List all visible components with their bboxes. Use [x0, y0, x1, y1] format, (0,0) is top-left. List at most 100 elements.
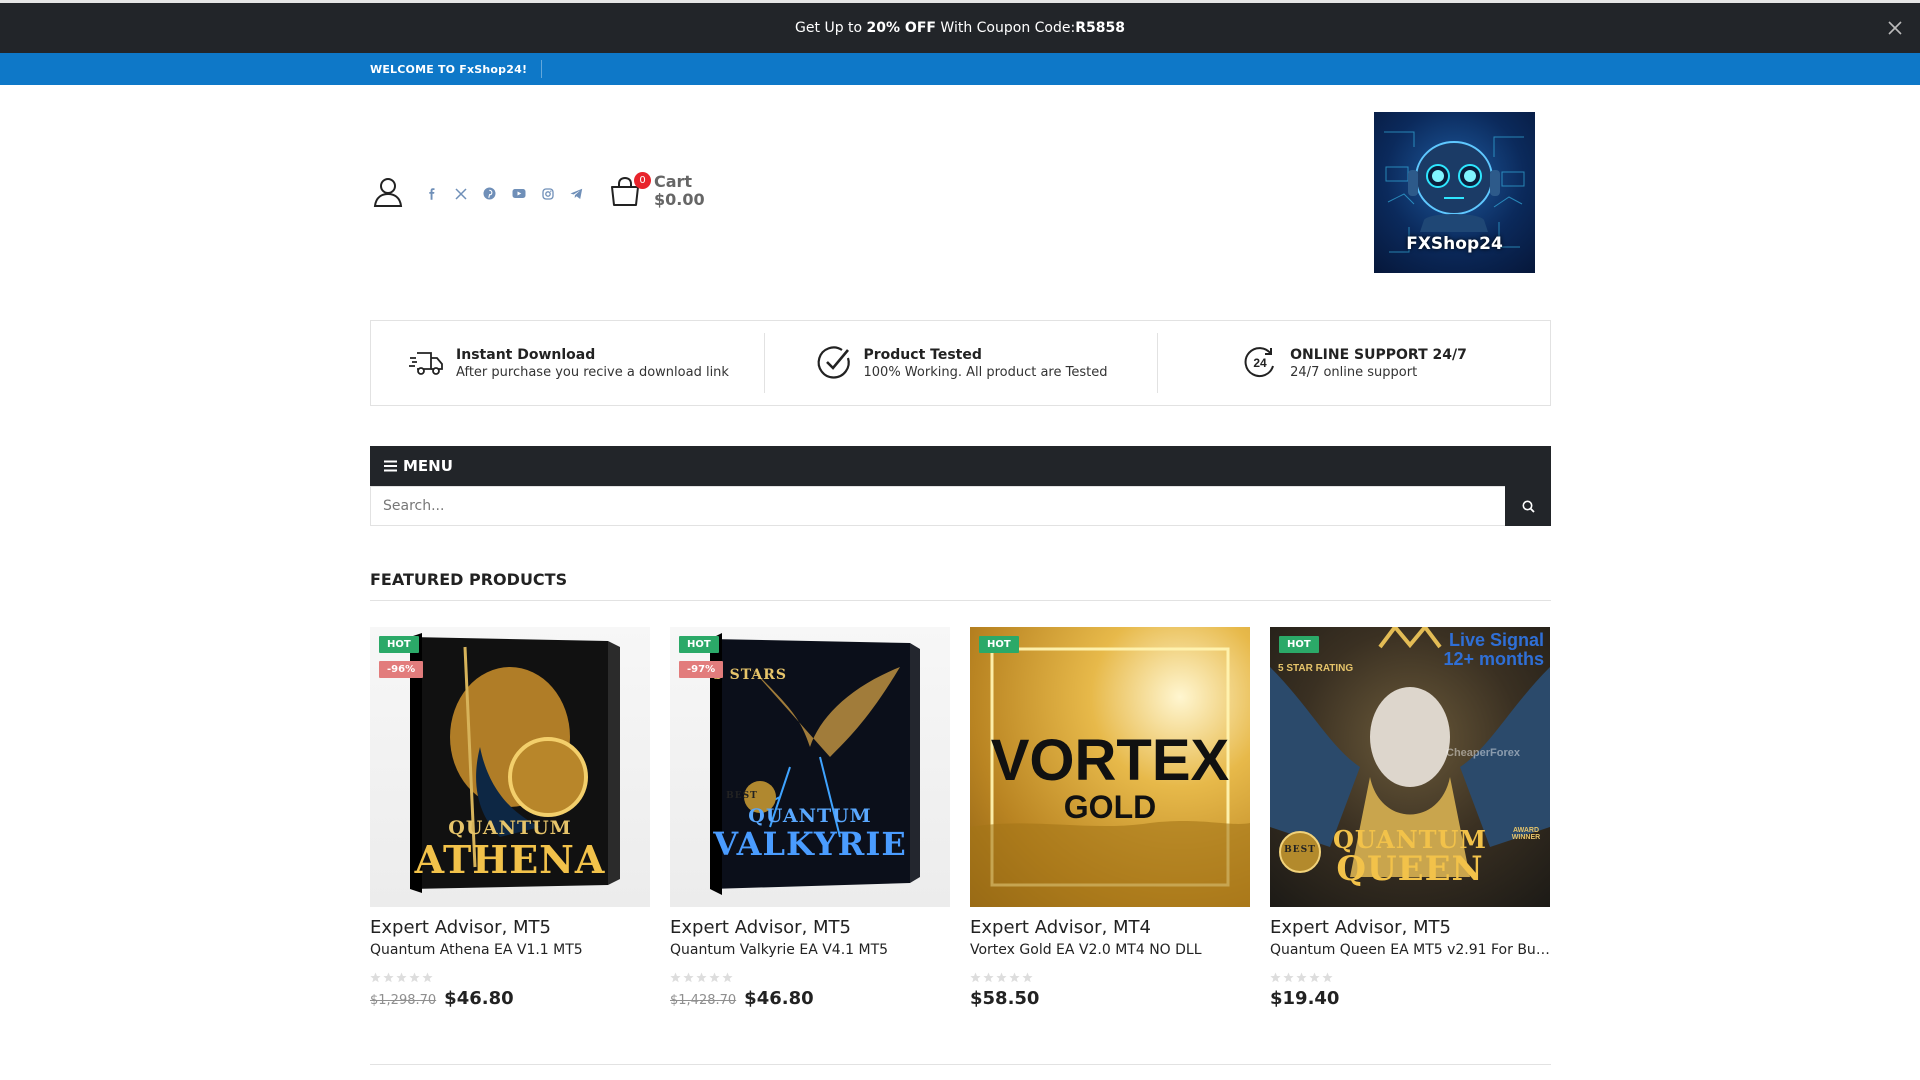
feature-desc: After purchase you recive a download lin… — [456, 364, 729, 380]
star-icon — [396, 968, 407, 983]
search-bar — [370, 486, 1551, 526]
telegram-icon[interactable] — [566, 183, 587, 204]
star-icon — [1022, 968, 1033, 983]
star-icon — [370, 968, 381, 983]
feature-online-support: 24 ONLINE SUPPORT 24/7 24/7 online suppo… — [1157, 321, 1550, 405]
product-name[interactable]: Quantum Athena EA V1.1 MT5 — [370, 942, 650, 958]
pinterest-icon[interactable] — [479, 183, 500, 204]
search-button[interactable] — [1505, 486, 1551, 526]
art-line1: VORTEX — [990, 728, 1230, 793]
account-icon[interactable] — [372, 176, 404, 208]
star-icon — [1283, 968, 1294, 983]
cart-button[interactable]: 0 Cart $0.00 — [609, 172, 719, 216]
old-price: $1,298.70 — [370, 993, 437, 1008]
delivery-truck-icon — [406, 343, 446, 383]
art-line2: VALKYRIE — [713, 825, 907, 863]
old-price: $1,428.70 — [670, 993, 737, 1008]
hot-badge: HOT — [979, 636, 1019, 653]
hot-badge: HOT — [1279, 636, 1319, 653]
star-icon — [1296, 968, 1307, 983]
product-category[interactable]: Expert Advisor, MT5 — [670, 917, 950, 938]
star-icon — [983, 968, 994, 983]
product-name[interactable]: Quantum Valkyrie EA V4.1 MT5 — [670, 942, 950, 958]
product-category[interactable]: Expert Advisor, MT5 — [370, 917, 650, 938]
close-icon[interactable] — [1884, 17, 1906, 39]
product-name[interactable]: Quantum Queen EA MT5 v2.91 For Build 475… — [1270, 942, 1550, 958]
bottom-divider — [370, 1064, 1551, 1065]
section-divider — [370, 600, 1551, 601]
instagram-icon[interactable] — [537, 183, 558, 204]
star-icon — [409, 968, 420, 983]
star-icon — [722, 968, 733, 983]
menu-label: MENU — [403, 457, 453, 475]
cart-amount: $0.00 — [654, 190, 705, 209]
star-icon — [670, 968, 681, 983]
star-icon — [383, 968, 394, 983]
product-image-queen[interactable]: Live Signal 12+ months 5 STAR RATING Che… — [1270, 627, 1550, 907]
current-price: $46.80 — [444, 988, 514, 1009]
feature-title: Instant Download — [456, 346, 596, 363]
promo-bar: Get Up to 20% OFF With Coupon Code:R5858 — [0, 0, 1920, 53]
product-name[interactable]: Vortex Gold EA V2.0 MT4 NO DLL — [970, 942, 1250, 958]
current-price: $19.40 — [1270, 988, 1340, 1009]
svg-text:24: 24 — [1253, 356, 1267, 370]
product-price: $1,428.70 $46.80 — [670, 988, 950, 1009]
discount-badge: -96% — [379, 661, 424, 678]
feature-title: Product Tested — [863, 346, 982, 363]
star-icon — [709, 968, 720, 983]
rating-stars — [670, 968, 950, 983]
check-circle-icon — [814, 343, 854, 383]
star-icon — [970, 968, 981, 983]
section-title: FEATURED PRODUCTS — [370, 570, 568, 589]
feature-product-tested: Product Tested 100% Working. All product… — [764, 321, 1157, 405]
star-icon — [1009, 968, 1020, 983]
logo-text: FXShop24 — [1406, 234, 1503, 254]
rating-stars — [1270, 968, 1550, 983]
art-line1: QUANTUM — [748, 805, 872, 827]
art-rating: 5 STAR RATING — [1278, 663, 1354, 674]
x-icon[interactable] — [450, 183, 471, 204]
cart-label: Cart — [654, 172, 693, 191]
facebook-icon[interactable] — [421, 183, 442, 204]
product-image-athena[interactable]: QUANTUM ATHENA HOT -96% — [370, 627, 650, 907]
discount-badge: -97% — [679, 661, 724, 678]
rating-stars — [370, 968, 650, 983]
product-card: Live Signal 12+ months 5 STAR RATING Che… — [1270, 627, 1550, 1009]
hot-badge: HOT — [379, 636, 419, 653]
search-input[interactable] — [371, 487, 1505, 525]
feature-desc: 100% Working. All product are Tested — [863, 364, 1108, 380]
art-line2: QUEEN — [1336, 849, 1484, 889]
art-line1: QUANTUM — [448, 817, 572, 839]
product-image-vortex[interactable]: VORTEX GOLD HOT — [970, 627, 1250, 907]
product-category[interactable]: Expert Advisor, MT4 — [970, 917, 1250, 938]
product-image-valkyrie[interactable]: 5 STARS BEST QUANTUM VALKYRIE HOT -97% — [670, 627, 950, 907]
search-icon — [1522, 500, 1535, 513]
cart-count-badge: 0 — [634, 172, 651, 189]
menu-toggle[interactable]: MENU — [370, 446, 1551, 486]
star-icon — [696, 968, 707, 983]
product-price: $19.40 — [1270, 988, 1550, 1009]
welcome-divider — [541, 60, 542, 78]
social-links — [421, 183, 587, 204]
star-icon — [1322, 968, 1333, 983]
art-line2: ATHENA — [414, 837, 606, 882]
welcome-text: WELCOME TO FxShop24! — [370, 63, 528, 76]
product-card: VORTEX GOLD HOT Expert Advisor, MT4 Vort… — [970, 627, 1250, 1009]
product-category[interactable]: Expert Advisor, MT5 — [1270, 917, 1550, 938]
star-icon — [1270, 968, 1281, 983]
art-signal1: Live Signal — [1448, 630, 1544, 650]
product-price: $58.50 — [970, 988, 1250, 1009]
features-box: Instant Download After purchase you reci… — [370, 320, 1551, 406]
youtube-icon[interactable] — [508, 183, 529, 204]
current-price: $46.80 — [744, 988, 814, 1009]
feature-desc: 24/7 online support — [1290, 364, 1418, 380]
current-price: $58.50 — [970, 988, 1040, 1009]
promo-text: Get Up to 20% OFF With Coupon Code:R5858 — [795, 20, 1125, 36]
art-line2: GOLD — [1063, 789, 1157, 825]
product-card: QUANTUM ATHENA HOT -96% Expert Advisor, … — [370, 627, 650, 1009]
star-icon — [1309, 968, 1320, 983]
art-signal2: 12+ months — [1443, 649, 1544, 669]
site-logo[interactable]: FXShop24 — [1374, 112, 1535, 273]
product-price: $1,298.70 $46.80 — [370, 988, 650, 1009]
feature-instant-download: Instant Download After purchase you reci… — [371, 321, 764, 405]
